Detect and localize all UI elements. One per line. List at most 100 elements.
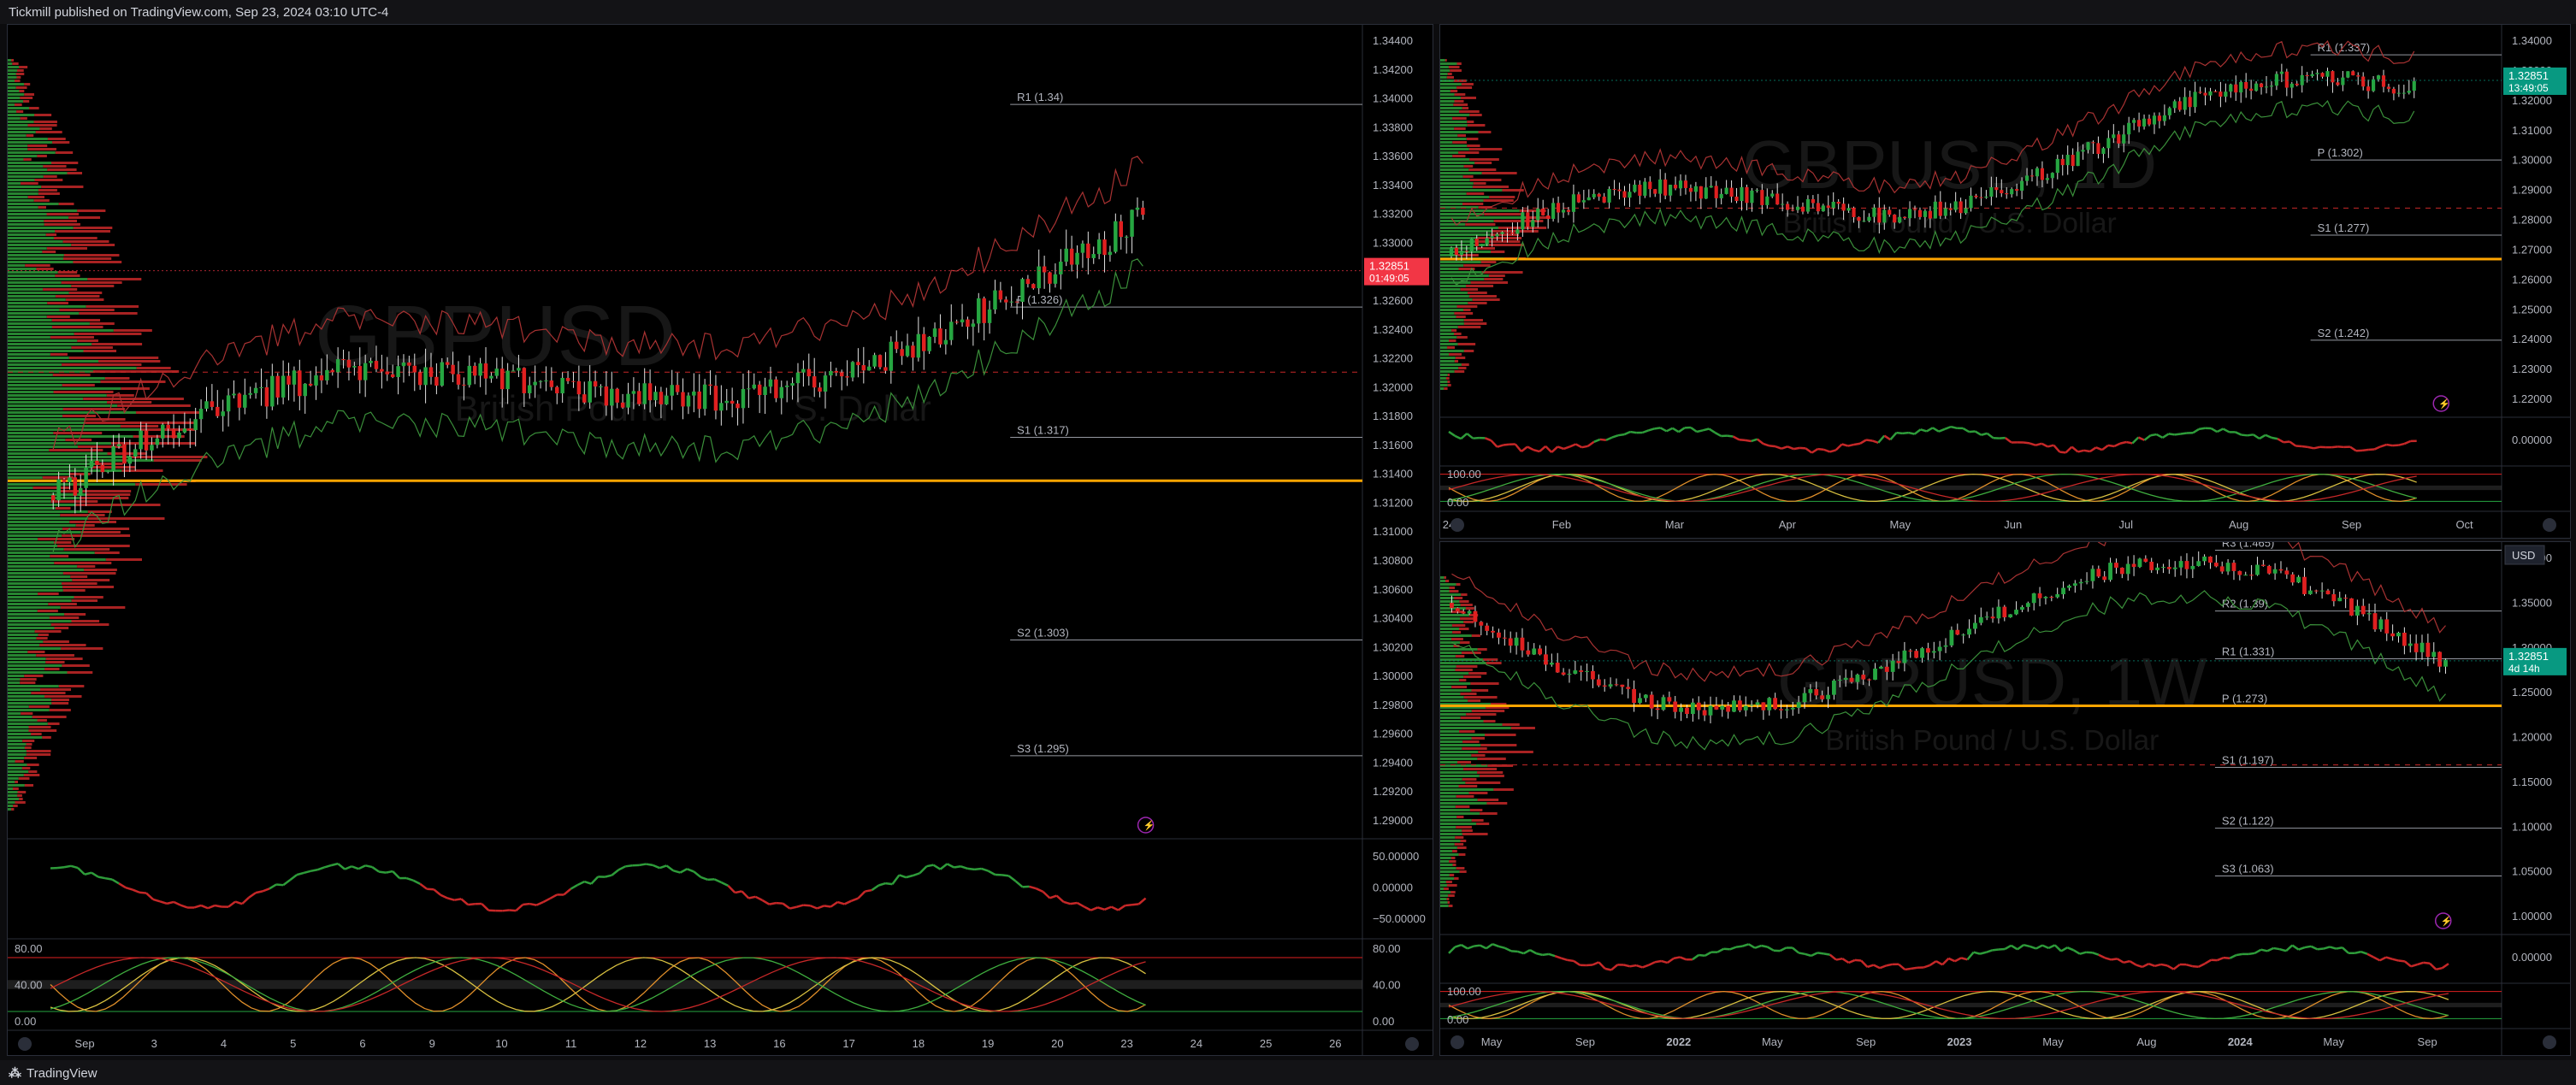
volume-profile-bar-down xyxy=(62,240,109,243)
daily-chart-pane[interactable]: GBPUSD, 1D British Pound / U.S. Dollar 1.3… xyxy=(1439,24,2571,539)
auto-scale-icon[interactable] xyxy=(2543,1035,2556,1049)
candle-bull xyxy=(1943,645,1948,647)
volume-profile-bar-down xyxy=(1458,628,1469,630)
volume-profile-bar-down xyxy=(43,165,67,168)
volume-profile-bar-up xyxy=(1440,186,1473,188)
volume-profile-bar-down xyxy=(1446,898,1450,900)
zoom-icon[interactable] xyxy=(1450,518,1464,532)
candle-bear xyxy=(954,321,959,323)
candle-bear xyxy=(2391,88,2396,94)
auto-scale-icon[interactable] xyxy=(2543,518,2556,532)
price-axis-label: 1.31000 xyxy=(1373,525,1413,538)
time-axis[interactable]: Sep 3 4 5 6 9 10 11 12 13 16 17 18 19 20 23 24 25 26 xyxy=(74,1037,1341,1050)
candle-bear xyxy=(1893,215,1897,223)
volume-profile-bar-down xyxy=(74,333,142,335)
volume-profile-bar-down xyxy=(33,121,57,123)
time-axis[interactable]: 24 Feb Mar Apr May Jun Jul Aug Sep Oct xyxy=(1443,518,2473,531)
oscillator1-segment xyxy=(2429,962,2437,970)
candle-bear xyxy=(1612,188,1616,190)
volume-profile-bar-up xyxy=(8,445,79,448)
oscillator1-segment xyxy=(1938,428,1946,433)
oscillator1-segment xyxy=(2148,963,2155,968)
oscillator1-segment xyxy=(2236,952,2243,957)
volume-profile-bar-down xyxy=(1451,329,1457,332)
candle-bear xyxy=(2302,576,2307,594)
price-axis-label: 1.28000 xyxy=(2512,214,2552,227)
volume-profile-bar-up xyxy=(1440,672,1469,675)
oscillator1-segment xyxy=(1860,959,1869,968)
volume-profile-bar-up xyxy=(1440,309,1464,311)
volume-profile-bar-down xyxy=(26,743,32,746)
candle-bear xyxy=(647,383,653,401)
oscillator1-segment xyxy=(2204,958,2212,965)
volume-profile-bar-down xyxy=(86,493,131,496)
volume-profile-bar-down xyxy=(1449,590,1459,593)
candle-bull xyxy=(1080,243,1085,253)
candle-bull xyxy=(2272,569,2278,574)
volume-profile-bar-up xyxy=(8,134,27,137)
tradingview-brand[interactable]: ⁂ TradingView xyxy=(9,1065,97,1081)
price-axis[interactable]: 1.400001.350001.300001.250001.200001.150… xyxy=(2512,551,2552,923)
zoom-icon[interactable] xyxy=(18,1037,32,1051)
oscillator1-segment xyxy=(1898,963,1906,970)
oscillator1-segment xyxy=(1954,957,1962,963)
candle-bear xyxy=(2213,563,2219,567)
volume-profile-bar-up xyxy=(1440,370,1455,373)
candle-bull xyxy=(1855,675,1860,682)
volume-profile-bar-down xyxy=(1488,244,1525,246)
time-axis[interactable]: May Sep 2022 May Sep 2023 May Aug 2024 May Sep xyxy=(1481,1035,2437,1048)
candle-bull xyxy=(1608,684,1613,687)
oscillator1-segment xyxy=(2254,948,2262,954)
candle-bull xyxy=(259,386,263,388)
volume-profile-bar-up xyxy=(1440,103,1454,106)
candle-bear xyxy=(1836,201,1840,204)
volume-profile-bar-down xyxy=(55,295,100,298)
volume-profile-bar-up xyxy=(1440,305,1457,308)
oscillator1-segment xyxy=(727,884,736,893)
time-axis-label: May xyxy=(1481,1035,1503,1048)
volume-profile-bar-down xyxy=(15,80,21,82)
weekly-svg[interactable]: GBPUSD, 1WBritish Pound / U.S. Dollar1.4… xyxy=(1440,542,2570,1055)
volume-profile-bar-down xyxy=(77,209,106,212)
oscillator1-segment xyxy=(1630,430,1637,434)
candle-bull xyxy=(916,333,921,358)
volume-profile-bar-up xyxy=(1440,59,1445,62)
volume-profile-bar-down xyxy=(41,186,84,188)
volume-profile-bar-down xyxy=(1463,675,1481,678)
time-axis-label: 2024 xyxy=(2228,1035,2254,1048)
volume-profile-bar-up xyxy=(8,579,73,581)
oscillator1-segment xyxy=(891,874,901,885)
volume-profile-bar-up xyxy=(8,350,84,352)
zoom-icon[interactable] xyxy=(1450,1035,1464,1049)
volume-profile-bar-up xyxy=(8,613,65,616)
volume-profile-bar-down xyxy=(42,736,51,739)
main-chart-pane[interactable]: GBPUSD British Pound S. Dollar 1.34400 1.342… xyxy=(7,24,1433,1056)
main-svg[interactable]: GBPUSDBritish Pound S. Dollar1.344001.342… xyxy=(8,25,1433,1055)
price-axis[interactable]: 1.344001.342001.340001.338001.336001.334… xyxy=(1373,34,1413,827)
candle-bull xyxy=(248,392,252,395)
candle-bull xyxy=(752,384,757,389)
volume-profile-bar-down xyxy=(83,350,117,352)
candle-bear xyxy=(2114,563,2118,568)
oscillator1-segment xyxy=(269,883,277,890)
candle-bear xyxy=(287,375,291,385)
volume-profile-bar-up xyxy=(1440,384,1448,386)
volume-profile-bar-down xyxy=(17,69,24,72)
candle-bull xyxy=(2122,134,2126,144)
candle-bull xyxy=(2264,86,2269,88)
volume-profile-bar-down xyxy=(104,377,130,380)
candle-bull xyxy=(2178,561,2183,568)
weekly-chart-pane[interactable]: GBPUSD, 1WBritish Pound / U.S. Dollar1.4… xyxy=(1439,541,2571,1056)
oscillator1-segment xyxy=(987,870,996,876)
volume-profile-bar-up xyxy=(1440,182,1474,185)
auto-scale-icon[interactable] xyxy=(1405,1037,1419,1051)
volume-profile-bar-up xyxy=(8,73,16,75)
volume-profile-bar-down xyxy=(1463,768,1498,770)
volume-profile-bar-up xyxy=(8,654,37,657)
volume-profile-bar-up xyxy=(1440,720,1484,722)
volume-profile-bar-up xyxy=(1440,230,1492,233)
daily-svg[interactable]: GBPUSD, 1DBritish Pound / U.S. Dollar1.3… xyxy=(1440,25,2570,538)
volume-profile-bar-down xyxy=(1458,151,1480,154)
oscillator1-segment xyxy=(125,887,133,891)
candle-bull xyxy=(489,375,493,379)
